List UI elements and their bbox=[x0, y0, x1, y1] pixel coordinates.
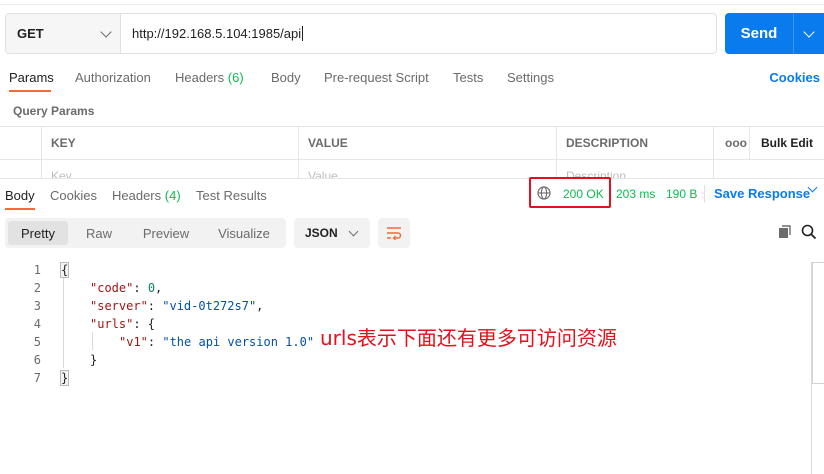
active-response-tab-indicator bbox=[5, 208, 35, 210]
code-line: "code": 0, bbox=[90, 281, 163, 295]
format-label: JSON bbox=[305, 226, 338, 240]
url-text: http://192.168.5.104:1985/api bbox=[132, 26, 302, 41]
response-time[interactable]: 203 ms bbox=[616, 187, 655, 201]
description-input[interactable]: Description bbox=[556, 160, 713, 178]
line-number: 2 bbox=[33, 281, 41, 295]
send-options-button[interactable] bbox=[793, 13, 824, 54]
search-icon[interactable] bbox=[801, 224, 817, 240]
response-tab-test-results[interactable]: Test Results bbox=[196, 188, 267, 203]
divider bbox=[704, 185, 705, 203]
matched-brace: } bbox=[59, 370, 70, 386]
method-select[interactable]: GET bbox=[6, 14, 121, 53]
annotation-highlight-box bbox=[529, 177, 611, 208]
cookies-link[interactable]: Cookies bbox=[769, 70, 820, 85]
tab-params[interactable]: Params bbox=[9, 70, 54, 85]
request-tabs: Params Authorization Headers (6) Body Pr… bbox=[0, 64, 824, 94]
indent-guide bbox=[92, 332, 93, 350]
text-caret bbox=[302, 26, 304, 41]
chevron-down-icon bbox=[803, 25, 815, 38]
view-mode-segmented-control: Pretty Raw Preview Visualize bbox=[5, 218, 286, 248]
bulk-edit-button[interactable]: Bulk Edit bbox=[749, 127, 824, 159]
code-line: } bbox=[90, 353, 98, 367]
view-raw-button[interactable]: Raw bbox=[70, 221, 128, 245]
indent-guide bbox=[63, 278, 64, 368]
wrap-lines-icon bbox=[387, 227, 402, 240]
table-row: Key Value Description bbox=[0, 160, 824, 178]
matched-brace: { bbox=[59, 262, 70, 278]
query-params-table: KEY VALUE DESCRIPTION ooo Bulk Edit Key … bbox=[0, 126, 824, 178]
value-column-header: VALUE bbox=[298, 127, 556, 159]
value-input[interactable]: Value bbox=[298, 160, 556, 178]
line-number: 6 bbox=[33, 353, 41, 367]
scrollbar-thumb[interactable] bbox=[812, 262, 824, 384]
send-button-group: Send bbox=[725, 13, 824, 54]
url-input[interactable]: http://192.168.5.104:1985/api bbox=[121, 14, 716, 53]
response-bar: Body Cookies Headers (4) Test Results bbox=[0, 178, 824, 210]
empty-cell bbox=[713, 160, 824, 178]
description-column-header: DESCRIPTION bbox=[556, 127, 713, 159]
code-line: { bbox=[59, 262, 70, 278]
tab-pre-request-script[interactable]: Pre-request Script bbox=[324, 70, 429, 85]
copy-icon[interactable] bbox=[777, 224, 793, 240]
top-divider bbox=[0, 4, 824, 5]
response-size[interactable]: 190 B bbox=[666, 187, 697, 201]
response-tab-body[interactable]: Body bbox=[5, 188, 35, 203]
active-tab-indicator bbox=[9, 90, 51, 92]
view-preview-button[interactable]: Preview bbox=[130, 221, 202, 245]
tab-body[interactable]: Body bbox=[271, 70, 301, 85]
request-bar: GET http://192.168.5.104:1985/api bbox=[5, 13, 717, 54]
code-line: "v1": "the api version 1.0" bbox=[119, 335, 315, 349]
annotation-text: urls表示下面还有更多可访问资源 bbox=[320, 326, 617, 350]
tab-tests[interactable]: Tests bbox=[453, 70, 483, 85]
code-line: } bbox=[59, 370, 70, 386]
tab-authorization[interactable]: Authorization bbox=[75, 70, 151, 85]
view-visualize-button[interactable]: Visualize bbox=[204, 221, 284, 245]
save-response-button[interactable]: Save Response bbox=[714, 186, 810, 201]
table-header-row: KEY VALUE DESCRIPTION ooo Bulk Edit bbox=[0, 127, 824, 160]
response-tab-headers[interactable]: Headers (4) bbox=[112, 188, 181, 203]
tab-settings[interactable]: Settings bbox=[507, 70, 554, 85]
more-icon: ooo bbox=[725, 136, 747, 150]
line-number: 1 bbox=[33, 263, 41, 277]
response-body-editor[interactable]: 1 2 3 4 5 6 7 { "code": 0, "server": "vi… bbox=[0, 260, 810, 474]
chevron-down-icon[interactable] bbox=[807, 182, 818, 193]
response-tab-cookies[interactable]: Cookies bbox=[50, 188, 97, 203]
line-number: 5 bbox=[33, 335, 41, 349]
key-column-header: KEY bbox=[41, 127, 298, 159]
method-label: GET bbox=[17, 26, 44, 41]
view-pretty-button[interactable]: Pretty bbox=[8, 221, 68, 245]
code-line: "urls": { bbox=[90, 317, 156, 331]
chevron-down-icon bbox=[100, 25, 112, 38]
wrap-lines-button[interactable] bbox=[378, 218, 410, 248]
send-button[interactable]: Send bbox=[725, 13, 793, 54]
tab-headers[interactable]: Headers (6) bbox=[175, 70, 244, 85]
line-number: 3 bbox=[33, 299, 41, 313]
format-select[interactable]: JSON bbox=[294, 218, 370, 248]
code-line: "server": "vid-0t272s7", bbox=[90, 299, 264, 313]
chevron-down-icon bbox=[348, 226, 359, 236]
column-options-button[interactable]: ooo bbox=[713, 127, 749, 159]
query-params-title: Query Params bbox=[13, 104, 95, 118]
line-number: 7 bbox=[33, 371, 41, 385]
line-number: 4 bbox=[33, 317, 41, 331]
key-input[interactable]: Key bbox=[41, 160, 298, 178]
